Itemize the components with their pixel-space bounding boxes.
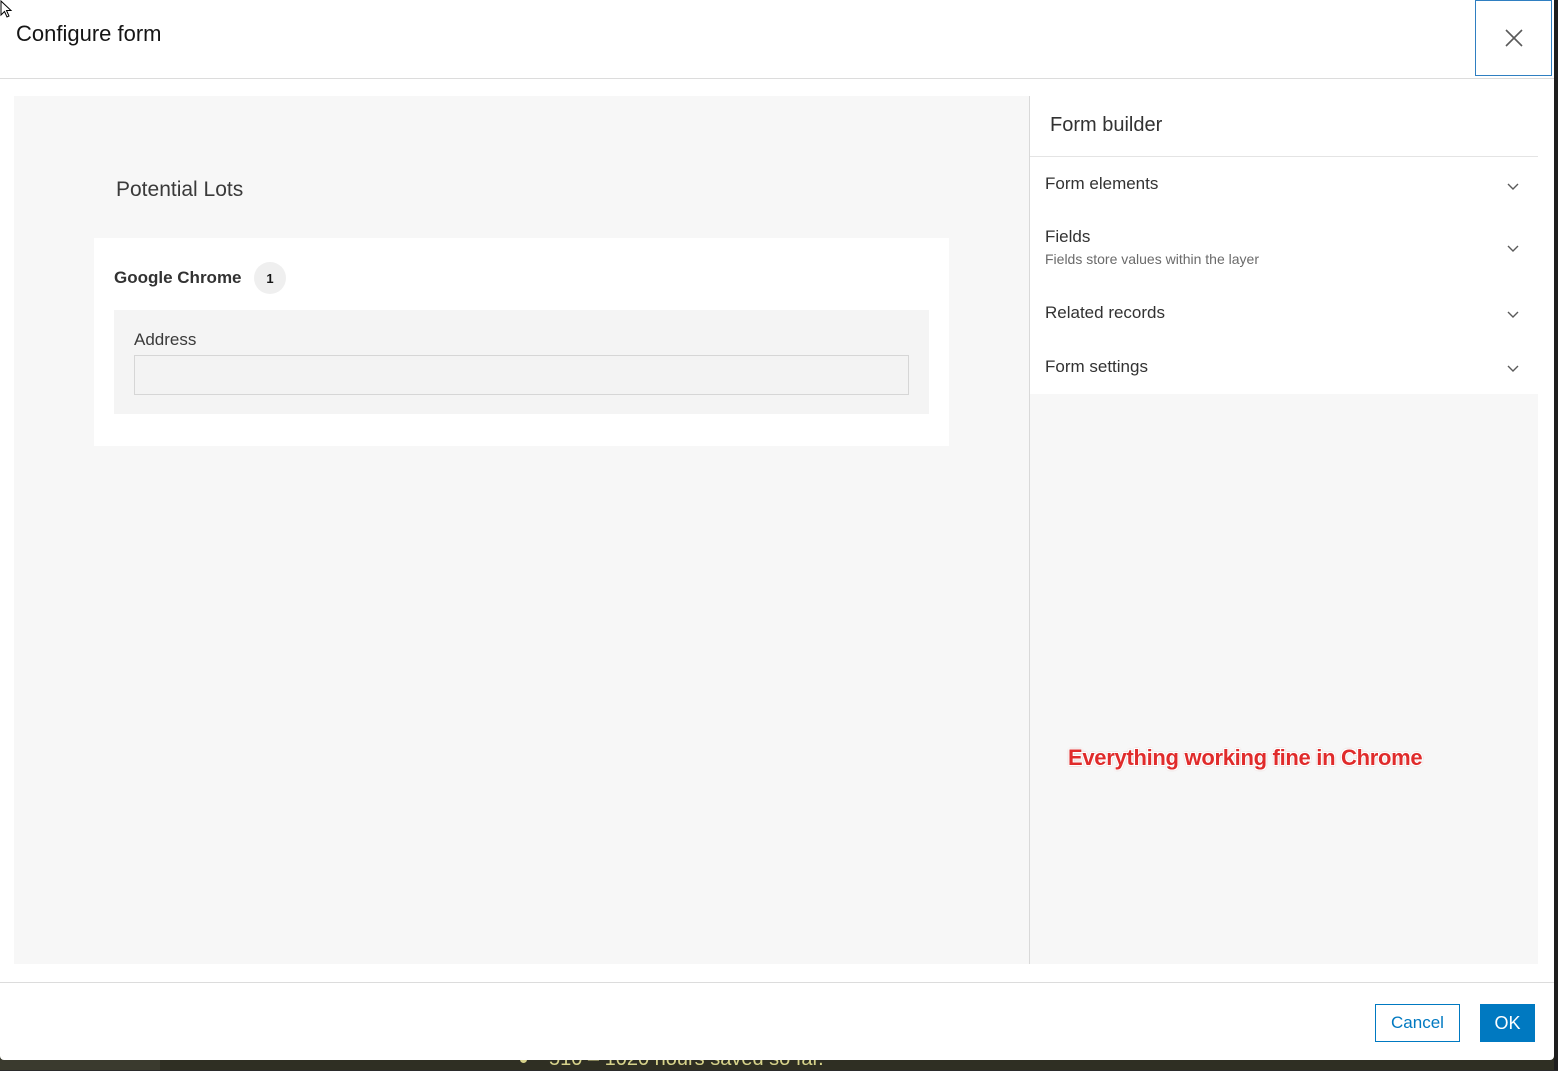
dialog-title: Configure form: [16, 21, 162, 46]
screenshot-annotation: Everything working fine in Chrome: [1068, 745, 1423, 770]
dialog-footer: Cancel OK: [0, 982, 1554, 1061]
section-label: Fields: [1045, 227, 1091, 246]
form-builder-list: Form builder Form elements Fields Fields…: [1030, 96, 1538, 394]
mouse-cursor-icon: [0, 0, 13, 18]
group-count-badge: 1: [254, 262, 286, 294]
close-button[interactable]: [1475, 0, 1552, 76]
section-label: Form elements: [1045, 174, 1159, 193]
group-title: Google Chrome: [114, 268, 242, 287]
background-edge: [1554, 0, 1558, 1070]
address-field-label: Address: [134, 330, 197, 349]
address-input[interactable]: [134, 355, 909, 395]
configure-form-dialog: Configure form Potential Lots Google Chr…: [0, 0, 1554, 1060]
chevron-down-icon: [1507, 365, 1519, 372]
chevron-down-icon: [1507, 183, 1519, 190]
section-related-records[interactable]: Related records: [1030, 285, 1538, 339]
form-builder-title: Form builder: [1050, 114, 1163, 136]
form-preview: Potential Lots Google Chrome 1 Address: [14, 96, 1029, 964]
section-form-settings[interactable]: Form settings: [1030, 339, 1538, 394]
form-group-card[interactable]: Google Chrome 1 Address: [94, 238, 949, 446]
close-icon: [1504, 29, 1523, 47]
chevron-down-icon: [1507, 245, 1519, 252]
section-form-elements[interactable]: Form elements: [1030, 157, 1538, 211]
section-label: Form settings: [1045, 357, 1148, 376]
form-builder-panel: Form builder Form elements Fields Fields…: [1030, 96, 1538, 964]
ok-button[interactable]: OK: [1480, 1004, 1535, 1042]
cancel-button[interactable]: Cancel: [1375, 1004, 1460, 1042]
section-description: Fields store values within the layer: [1045, 251, 1259, 267]
layer-title: Potential Lots: [116, 178, 244, 201]
chevron-down-icon: [1507, 311, 1519, 318]
address-field-card[interactable]: Address: [114, 310, 929, 414]
dialog-body: Potential Lots Google Chrome 1 Address F…: [14, 96, 1538, 964]
dialog-header: Configure form: [0, 0, 1554, 79]
section-fields[interactable]: Fields Fields store values within the la…: [1030, 211, 1538, 285]
section-label: Related records: [1045, 303, 1166, 322]
